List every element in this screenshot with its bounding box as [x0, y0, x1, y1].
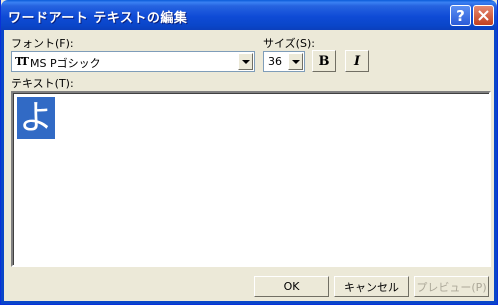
size-label: サイズ(S):	[263, 37, 315, 50]
window-frame-left	[1, 30, 4, 304]
help-icon: ?	[456, 6, 465, 25]
close-icon	[478, 10, 489, 21]
bold-icon: B	[318, 53, 330, 69]
font-select[interactable]: TT MS Pゴシック	[11, 51, 255, 72]
help-button[interactable]: ?	[450, 5, 471, 26]
window-frame-right	[494, 30, 497, 304]
close-button[interactable]	[473, 5, 494, 26]
chevron-down-icon[interactable]	[238, 53, 253, 70]
window-frame-bottom	[1, 301, 497, 304]
size-select[interactable]: 36	[263, 51, 305, 72]
text-label: テキスト(T):	[11, 77, 74, 90]
selected-text[interactable]: よ	[17, 97, 55, 139]
bold-button[interactable]: B	[312, 50, 336, 72]
wordart-edit-dialog: ワードアート テキストの編集 ? フォント(F): TT MS Pゴシック サイ…	[0, 0, 498, 305]
italic-button[interactable]: I	[345, 50, 369, 72]
size-select-value: 36	[268, 55, 282, 68]
chevron-down-icon[interactable]	[288, 53, 303, 70]
truetype-font-icon: TT	[15, 55, 29, 68]
dialog-title: ワードアート テキストの編集	[8, 11, 188, 26]
font-label: フォント(F):	[11, 37, 74, 50]
font-select-value: MS Pゴシック	[30, 57, 101, 70]
ok-button[interactable]: OK	[254, 276, 329, 297]
title-bar[interactable]: ワードアート テキストの編集 ?	[1, 0, 497, 30]
text-input[interactable]: よ	[11, 91, 491, 267]
cancel-button[interactable]: キャンセル	[334, 276, 409, 297]
preview-button[interactable]: プレビュー(P)	[414, 276, 489, 297]
italic-icon: I	[353, 53, 361, 69]
